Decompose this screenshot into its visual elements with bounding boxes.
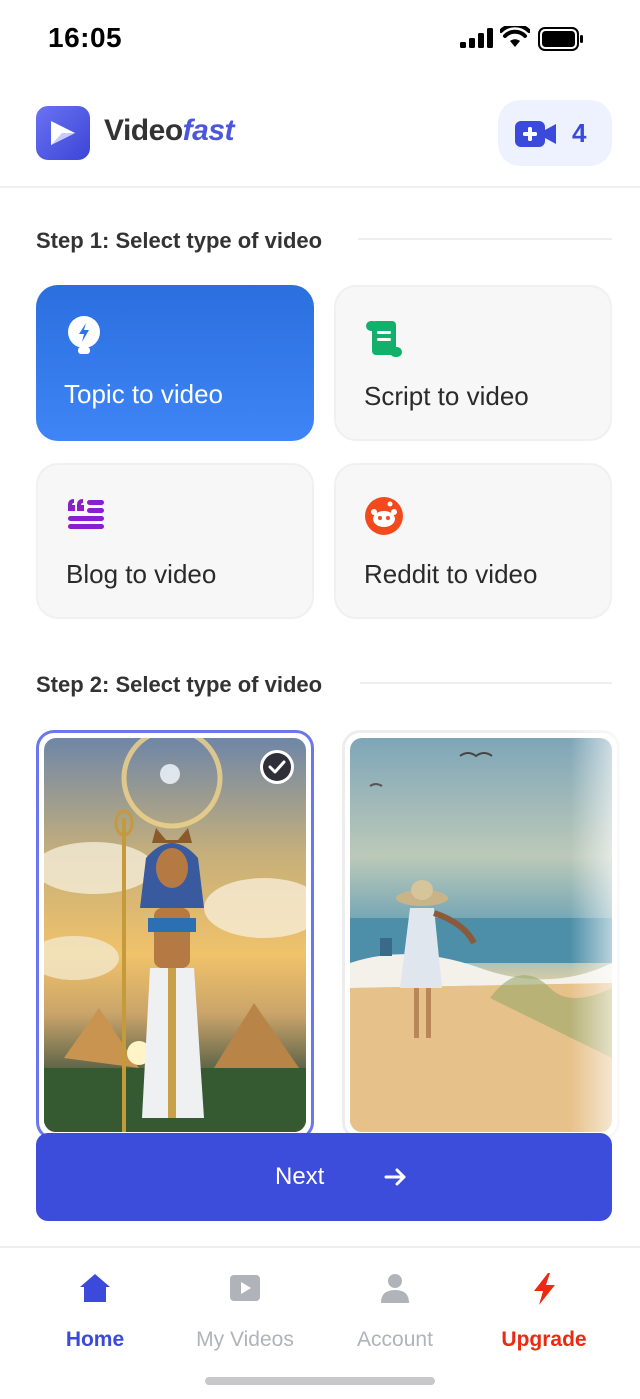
nav-upgrade[interactable]: Upgrade [469, 1270, 619, 1351]
template-thumbnail [44, 738, 306, 1132]
next-button-label: Next [275, 1163, 325, 1190]
lightbulb-icon [68, 316, 100, 354]
quote-lines-icon [68, 499, 104, 529]
arrow-right-icon [384, 1168, 406, 1186]
option-reddit-to-video[interactable]: Reddit to video [334, 463, 612, 619]
reddit-icon [365, 497, 403, 535]
lightning-icon [534, 1273, 555, 1305]
divider [358, 238, 612, 240]
option-label: Script to video [364, 381, 529, 411]
option-blog-to-video[interactable]: Blog to video [36, 463, 314, 619]
step2-title: Step 2: Select type of video [36, 672, 323, 697]
status-bar: 16:05 [0, 0, 640, 80]
divider [360, 682, 612, 684]
nav-label: Upgrade [501, 1328, 587, 1351]
option-label: Reddit to video [364, 559, 538, 589]
video-play-icon [230, 1275, 260, 1301]
wifi-icon [500, 26, 530, 47]
nav-account[interactable]: Account [320, 1270, 470, 1351]
credits-button[interactable]: 4 [498, 100, 612, 166]
option-script-to-video[interactable]: Script to video [334, 285, 612, 441]
carousel-fade [570, 730, 640, 1140]
brand-logo: Videofast [104, 114, 235, 148]
pharaoh-illustration [44, 738, 306, 1132]
brand-name-fast: fast [182, 114, 235, 147]
video-camera-plus-icon [515, 121, 556, 147]
option-label: Blog to video [66, 559, 217, 589]
option-label: Topic to video [64, 379, 223, 409]
user-icon [381, 1274, 409, 1303]
brand-name-video: Video [104, 114, 183, 147]
status-time: 16:05 [48, 22, 123, 53]
nav-label: My Videos [196, 1328, 294, 1351]
nav-my-videos[interactable]: My Videos [170, 1270, 320, 1351]
step1-title: Step 1: Select type of video [36, 228, 323, 253]
home-indicator [205, 1377, 435, 1385]
next-button[interactable]: Next [36, 1133, 612, 1221]
app-header: Videofast 4 [0, 96, 640, 188]
nav-home[interactable]: Home [20, 1270, 170, 1351]
cellular-signal-icon [460, 28, 493, 48]
selected-check-icon [260, 750, 294, 784]
option-topic-to-video[interactable]: Topic to video [36, 285, 314, 441]
battery-icon [538, 27, 583, 51]
template-egyptian-cat-pharaoh[interactable] [36, 730, 314, 1140]
play-logo-icon [36, 106, 90, 160]
credits-count: 4 [572, 118, 587, 148]
scroll-icon [366, 321, 402, 357]
home-icon [80, 1274, 110, 1302]
nav-label: Home [65, 1328, 125, 1351]
nav-label: Account [357, 1328, 433, 1351]
